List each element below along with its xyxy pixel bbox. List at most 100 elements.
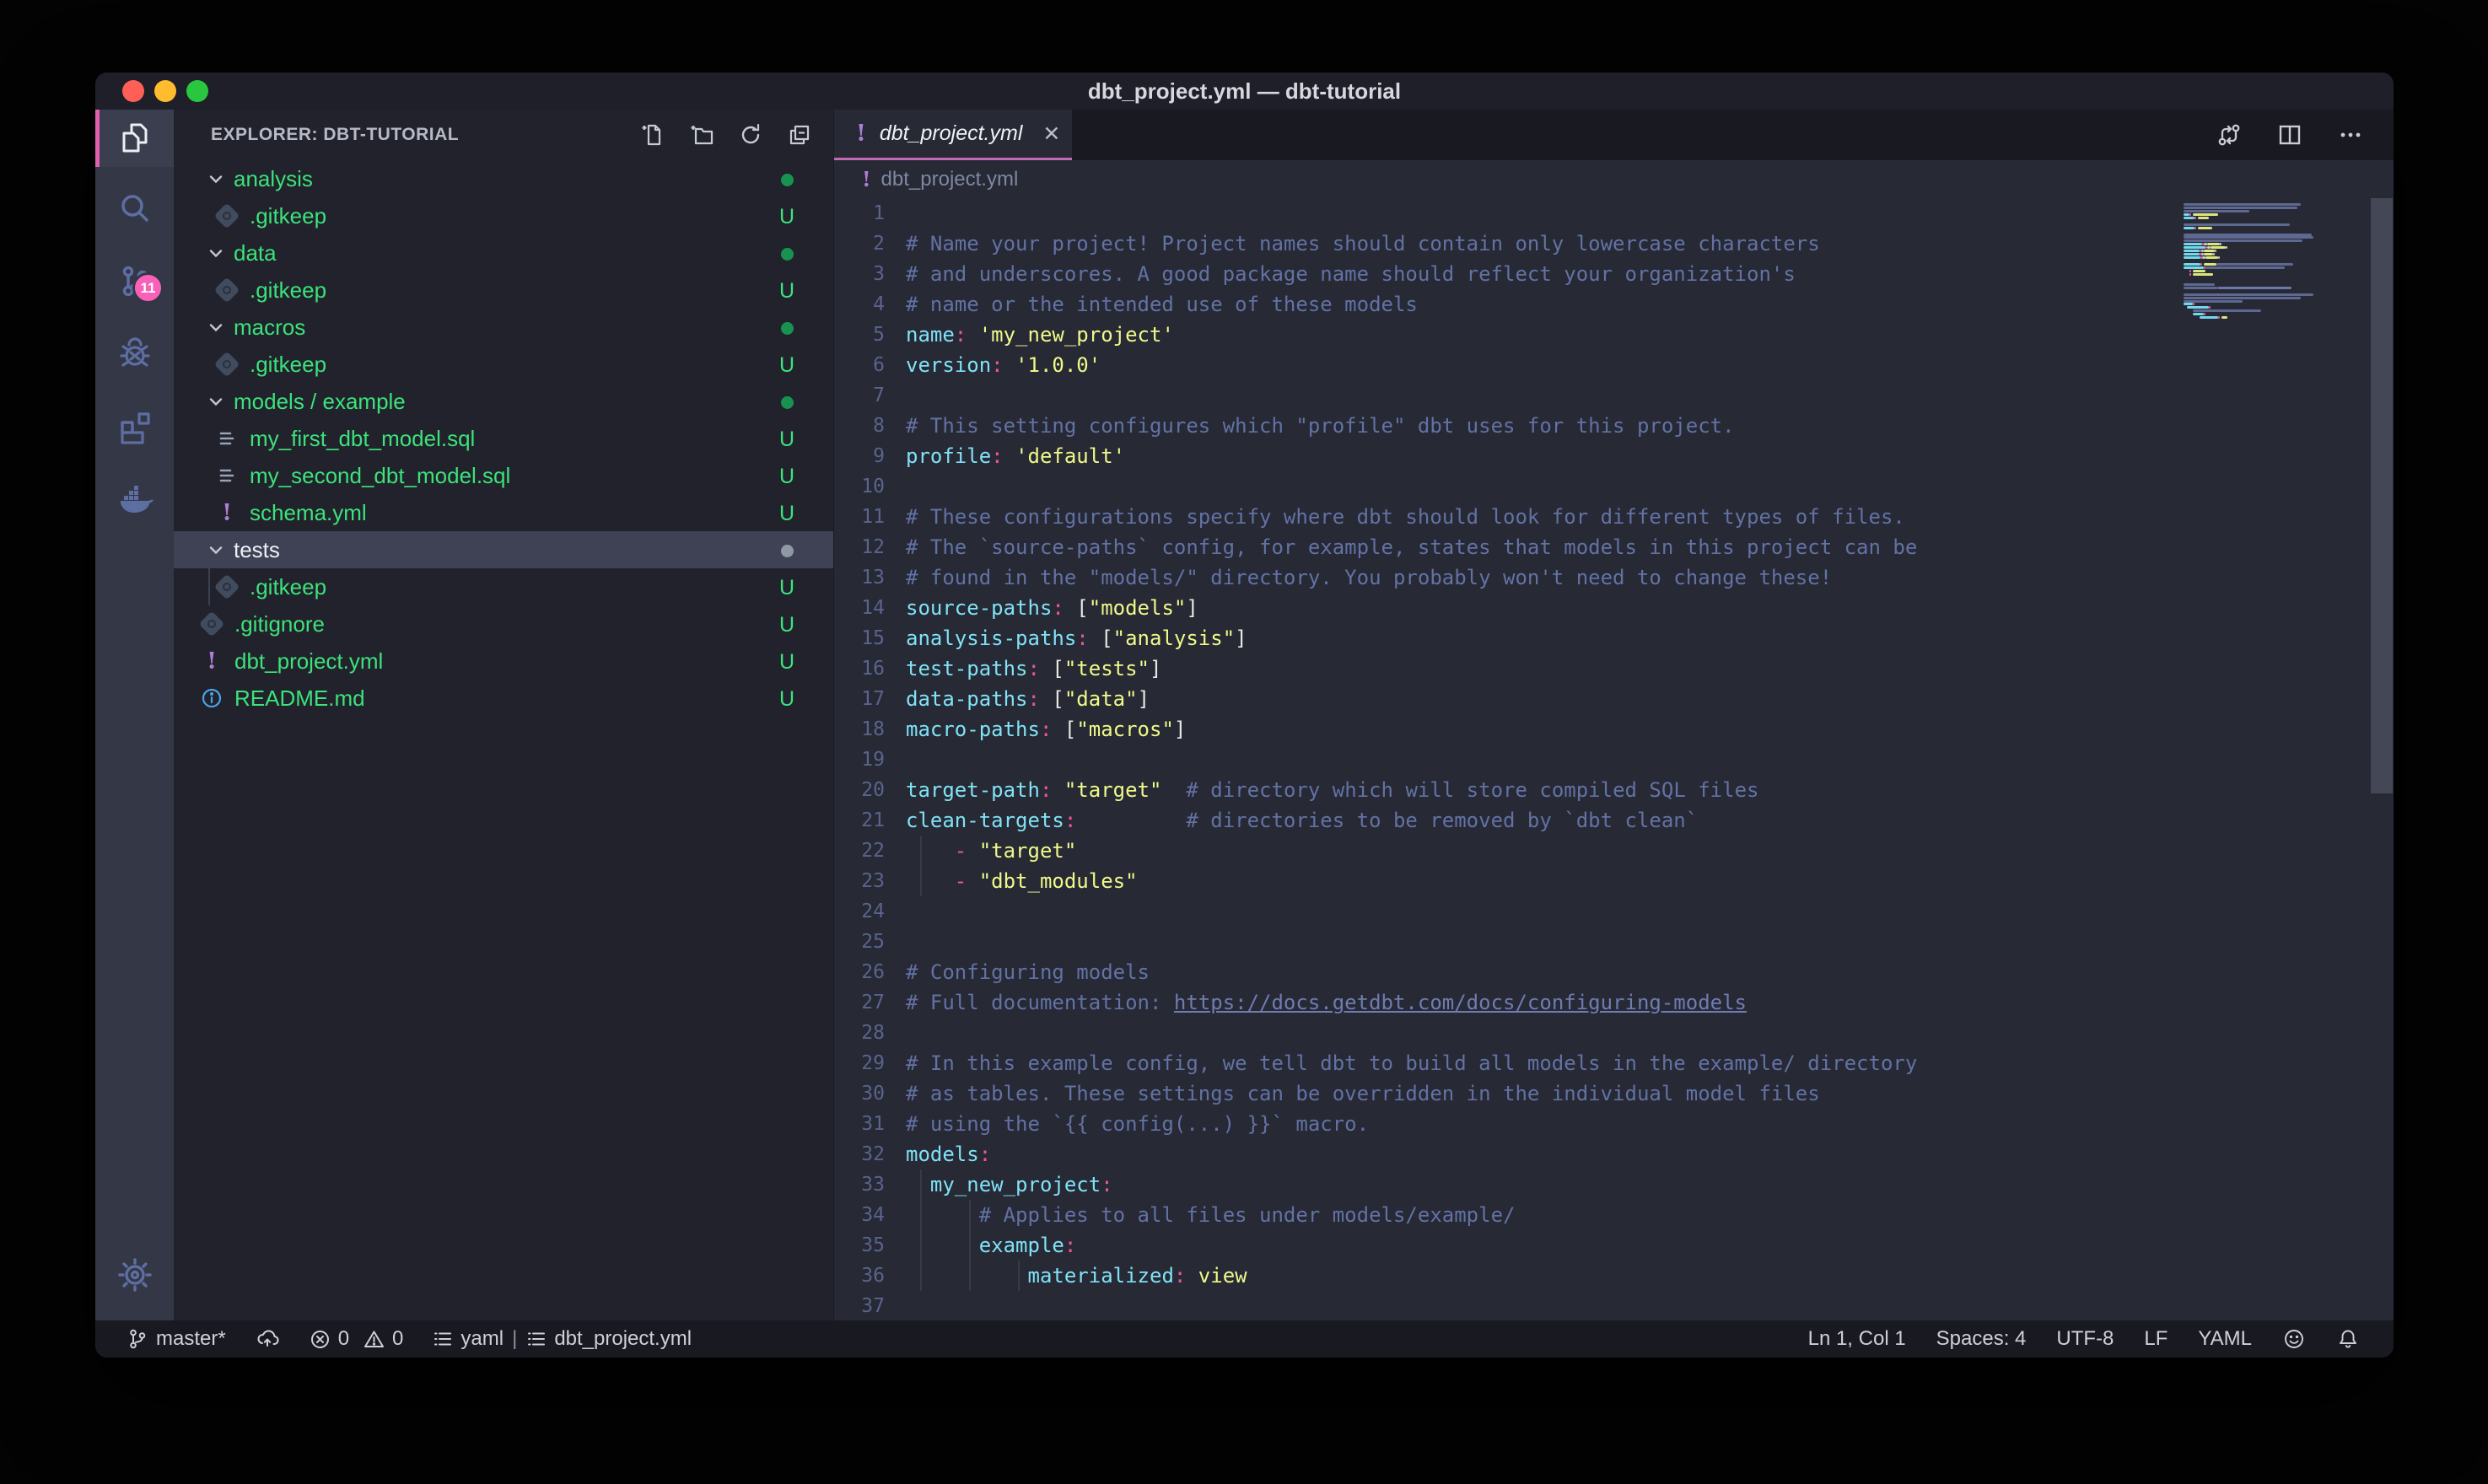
refresh-explorer-icon[interactable] <box>737 121 764 148</box>
minimap-line <box>2184 313 2205 315</box>
git-folder-dot-badge <box>781 174 794 186</box>
line-number: 14 <box>834 593 885 623</box>
cursor-position-status[interactable]: Ln 1, Col 1 <box>1808 1327 1906 1351</box>
tree-file--gitkeep[interactable]: .gitkeepU <box>174 346 833 383</box>
publish-changes-icon[interactable] <box>255 1326 280 1352</box>
tree-file--gitkeep[interactable]: .gitkeepU <box>174 272 833 309</box>
minimap-line <box>2184 297 2301 299</box>
new-file-icon[interactable] <box>639 121 666 148</box>
tree-file-readme-md[interactable]: README.mdU <box>174 680 833 717</box>
git-untracked-badge: U <box>779 353 794 377</box>
code-line-4: 4# name or the intended use of these mod… <box>834 289 2394 320</box>
scm-changes-badge: 11 <box>132 272 164 304</box>
code-line-17: 17data-paths: ["data"] <box>834 684 2394 714</box>
tree-file-schema-yml[interactable]: !schema.ymlU <box>174 494 833 531</box>
close-window-button[interactable] <box>122 80 144 102</box>
notifications-bell-icon[interactable] <box>2336 1327 2360 1351</box>
line-number: 16 <box>834 653 885 684</box>
code-line-20: 20target-path: "target" # directory whic… <box>834 775 2394 805</box>
search-icon[interactable] <box>95 184 174 234</box>
tab-close-icon[interactable]: ✕ <box>1042 121 1060 147</box>
minimap-line <box>2184 203 2301 206</box>
git-file-icon <box>215 204 239 228</box>
minimap-line <box>2184 250 2216 252</box>
problems-status[interactable]: 0 0 <box>309 1327 404 1351</box>
indent-guide <box>969 1230 971 1261</box>
tree-file--gitignore[interactable]: .gitignoreU <box>174 605 833 643</box>
code-editor[interactable]: 12# Name your project! Project names sho… <box>834 198 2394 1320</box>
tree-folder-tests[interactable]: tests <box>174 531 833 568</box>
tree-folder-macros[interactable]: macros <box>174 309 833 346</box>
line-number: 29 <box>834 1048 885 1078</box>
line-number: 8 <box>834 411 885 441</box>
git-folder-dot-badge <box>781 322 794 335</box>
indent-guide <box>920 1169 922 1200</box>
minimap-line <box>2184 306 2211 309</box>
yaml-support-status[interactable]: yaml | dbt_project.yml <box>432 1327 692 1351</box>
extensions-icon[interactable] <box>95 401 174 452</box>
file-indicator-label: dbt_project.yml <box>554 1327 692 1351</box>
code-line-18: 18macro-paths: ["macros"] <box>834 714 2394 745</box>
vscode-window: dbt_project.yml — dbt-tutorial <box>95 73 2394 1358</box>
minimap[interactable] <box>2184 200 2372 1320</box>
tree-folder-analysis[interactable]: analysis <box>174 160 833 197</box>
tab-dbt-project-yml[interactable]: ! dbt_project.yml ✕ <box>834 110 1072 160</box>
language-mode-status[interactable]: YAML <box>2198 1327 2252 1351</box>
tree-item-label: .gitkeep <box>250 203 326 229</box>
git-untracked-badge: U <box>779 465 794 488</box>
breadcrumb-item-file[interactable]: dbt_project.yml <box>881 168 1019 191</box>
file-tree: analysis.gitkeepUdata.gitkeepUmacros.git… <box>174 160 833 1320</box>
collapse-folders-icon[interactable] <box>786 121 813 148</box>
tree-file-dbt-project-yml[interactable]: !dbt_project.ymlU <box>174 643 833 680</box>
git-file-icon <box>215 575 239 599</box>
code-line-7: 7 <box>834 380 2394 411</box>
docker-icon[interactable] <box>95 472 174 523</box>
tree-folder-data[interactable]: data <box>174 234 833 272</box>
open-changes-icon[interactable] <box>2215 121 2243 149</box>
code-line-30: 30# as tables. These settings can be ove… <box>834 1078 2394 1109</box>
tree-file-my-first-dbt-model-sql[interactable]: my_first_dbt_model.sqlU <box>174 420 833 457</box>
code-line-32: 32models: <box>834 1139 2394 1169</box>
code-line-8: 8# This setting configures which "profil… <box>834 411 2394 441</box>
encoding-status[interactable]: UTF-8 <box>2056 1327 2114 1351</box>
minimap-line <box>2184 287 2291 289</box>
code-line-11: 11# These configurations specify where d… <box>834 502 2394 532</box>
folder-dot-badge <box>781 545 794 557</box>
line-number: 34 <box>834 1200 885 1230</box>
more-actions-icon[interactable] <box>2336 121 2365 149</box>
minimap-line <box>2184 223 2290 226</box>
line-number: 6 <box>834 350 885 380</box>
minimize-window-button[interactable] <box>154 80 176 102</box>
breadcrumb[interactable]: ! dbt_project.yml <box>834 160 2394 198</box>
code-line-36: 36 materialized: view <box>834 1261 2394 1291</box>
feedback-smiley-icon[interactable] <box>2282 1327 2306 1351</box>
new-folder-icon[interactable] <box>688 121 715 148</box>
indent-guide <box>920 1200 922 1230</box>
line-number: 35 <box>834 1230 885 1261</box>
indentation-status[interactable]: Spaces: 4 <box>1936 1327 2027 1351</box>
tree-folder-models-example[interactable]: models / example <box>174 383 833 420</box>
code-line-12: 12# The `source-paths` config, for examp… <box>834 532 2394 562</box>
debug-icon[interactable] <box>95 329 174 379</box>
minimap-line <box>2184 270 2205 272</box>
vertical-scrollbar[interactable] <box>2371 198 2393 793</box>
tree-file-my-second-dbt-model-sql[interactable]: my_second_dbt_model.sqlU <box>174 457 833 494</box>
tree-file--gitkeep[interactable]: .gitkeepU <box>174 568 833 605</box>
line-number: 13 <box>834 562 885 593</box>
tree-file--gitkeep[interactable]: .gitkeepU <box>174 197 833 234</box>
code-line-34: 34 # Applies to all files under models/e… <box>834 1200 2394 1230</box>
zoom-window-button[interactable] <box>186 80 208 102</box>
settings-gear-icon[interactable] <box>95 1250 174 1300</box>
eol-status[interactable]: LF <box>2144 1327 2168 1351</box>
chevron-down-icon <box>206 243 226 263</box>
line-number: 7 <box>834 380 885 411</box>
split-editor-icon[interactable] <box>2275 121 2304 149</box>
indent-guide <box>920 1230 922 1261</box>
line-number: 21 <box>834 805 885 836</box>
code-line-25: 25 <box>834 927 2394 957</box>
explorer-icon[interactable] <box>95 113 174 164</box>
code-line-13: 13# found in the "models/" directory. Yo… <box>834 562 2394 593</box>
git-branch-status[interactable]: master* <box>126 1327 226 1351</box>
minimap-line <box>2184 316 2227 319</box>
code-line-10: 10 <box>834 471 2394 502</box>
